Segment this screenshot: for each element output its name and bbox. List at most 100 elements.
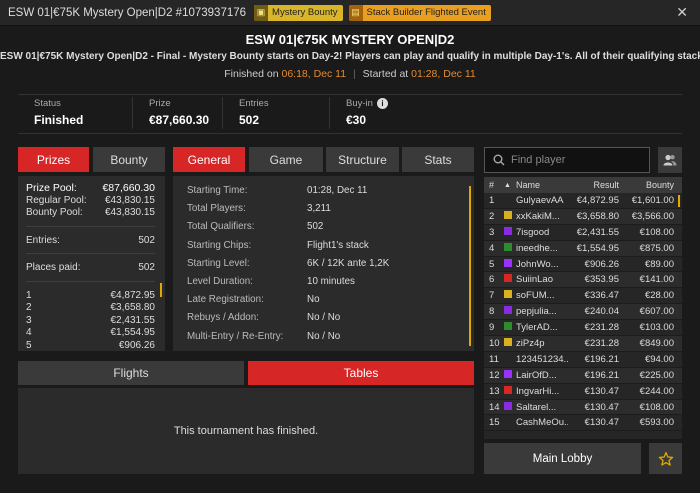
player-name: ziPz4p — [516, 337, 545, 349]
payout-row: 3 €2,431.55 — [26, 314, 155, 326]
prize-pool-row: Prize Pool: €87,660.30 — [26, 182, 155, 194]
tab-tables[interactable]: Tables — [248, 361, 474, 385]
player-rank: 1 — [489, 194, 495, 206]
general-row: Starting Level: 6K / 12K ante 1,2K — [187, 257, 390, 269]
player-name: TylerAD... — [516, 322, 558, 334]
tournament-header: ESW 01|€75K MYSTERY OPEN|D2 ESW 01|€75K … — [0, 27, 700, 80]
prizes-scrollbar[interactable] — [160, 283, 162, 297]
mystery-bounty-badge: ▣ Mystery Bounty — [254, 4, 343, 21]
player-row[interactable]: 15 CashMeOu... €130.47 €593.00 — [484, 415, 682, 432]
tab-game[interactable]: Game — [249, 147, 323, 172]
player-result: €1,554.95 — [576, 242, 619, 254]
player-bounty: €244.00 — [639, 385, 674, 397]
tab-general[interactable]: General — [173, 147, 245, 172]
divider — [26, 225, 155, 227]
player-bounty: €1,601.00 — [631, 194, 674, 206]
tab-bounty[interactable]: Bounty — [93, 147, 165, 172]
player-row[interactable]: 3 7isgood €2,431.55 €108.00 — [484, 225, 682, 241]
player-rank: 6 — [489, 274, 495, 286]
tab-flights[interactable]: Flights — [18, 361, 244, 385]
player-rank: 9 — [489, 322, 495, 334]
users-icon — [663, 154, 677, 166]
player-row[interactable]: 2 xxKakiM... €3,658.80 €3,566.00 — [484, 208, 682, 225]
player-name: CashMeOu... — [516, 417, 568, 429]
player-row[interactable]: 10 ziPz4p €231.28 €849.00 — [484, 336, 682, 352]
player-bounty: €108.00 — [639, 401, 674, 413]
flag-icon — [504, 290, 516, 301]
player-row[interactable]: 9 TylerAD... €231.28 €103.00 — [484, 320, 682, 337]
flag-icon — [504, 369, 516, 381]
player-result: €353.95 — [584, 274, 619, 286]
flag-icon — [504, 322, 516, 333]
search-input[interactable] — [511, 154, 631, 166]
player-row[interactable]: 12 LairOfD... €196.21 €225.00 — [484, 367, 682, 384]
player-rank: 14 — [489, 401, 500, 413]
player-row[interactable]: 6 SuiinLao €353.95 €141.00 — [484, 272, 682, 289]
entries-row: Entries: 502 — [26, 234, 155, 246]
player-row[interactable]: 5 JohnWo... €906.26 €89.00 — [484, 257, 682, 273]
player-bounty: €849.00 — [639, 337, 674, 349]
player-rank: 10 — [489, 337, 500, 349]
player-row[interactable]: 11 123451234... €196.21 €94.00 — [484, 352, 682, 368]
general-row: Starting Chips: Flight1's stack — [187, 239, 369, 251]
player-bounty: €225.00 — [639, 369, 674, 381]
player-row[interactable]: 14 Saltarel... €130.47 €108.00 — [484, 399, 682, 416]
stack-builder-badge: ▤ Stack Builder Flighted Event — [348, 4, 491, 21]
sort-icon[interactable]: ▲ — [504, 182, 516, 189]
regular-pool-row: Regular Pool: €43,830.15 — [26, 194, 155, 206]
general-row: Late Registration: No — [187, 294, 320, 306]
general-scrollbar[interactable] — [469, 186, 471, 346]
payout-row: 4 €1,554.95 — [26, 327, 155, 338]
flag-icon — [504, 226, 516, 238]
stats-bar: Status Finished Prize €87,660.30 Entries… — [18, 94, 682, 134]
player-row[interactable]: 7 soFUM... €336.47 €28.00 — [484, 288, 682, 305]
bounty-pool-row: Bounty Pool: €43,830.15 — [26, 207, 155, 218]
player-row[interactable]: 1 GulyaevAA €4,872.95 €1,601.00 — [484, 193, 682, 209]
flag-icon — [504, 385, 516, 397]
close-icon[interactable]: ✕ — [676, 4, 688, 21]
flag-icon — [504, 401, 516, 413]
players-table: # ▲ Name Result Bounty 1 GulyaevAA €4,872.… — [484, 177, 682, 439]
player-row[interactable]: 13 IngvarHi... €130.47 €244.00 — [484, 384, 682, 400]
places-paid-row: Places paid: 502 — [26, 262, 155, 273]
search-box[interactable] — [484, 147, 650, 173]
started-time: 01:28, Dec 11 — [411, 68, 476, 80]
users-button[interactable] — [658, 147, 682, 173]
player-bounty: €89.00 — [644, 258, 674, 270]
finished-message: This tournament has finished. — [18, 388, 474, 474]
player-result: €130.47 — [584, 401, 619, 413]
player-row[interactable]: 4 ineedhe... €1,554.95 €875.00 — [484, 240, 682, 257]
player-name: soFUM... — [516, 290, 555, 302]
players-table-header: # ▲ Name Result Bounty — [484, 177, 682, 193]
player-result: €130.47 — [584, 417, 619, 429]
player-result: €130.47 — [584, 385, 619, 397]
flag-icon — [504, 210, 516, 222]
general-row: Total Qualifiers: 502 — [187, 221, 324, 233]
general-row: Level Duration: 10 minutes — [187, 275, 355, 287]
tab-prizes[interactable]: Prizes — [18, 147, 89, 172]
favorite-button[interactable] — [649, 443, 682, 474]
general-row: Multi-Entry / Re-Entry: No / No — [187, 330, 341, 342]
player-bounty: €875.00 — [639, 242, 674, 254]
general-row: Starting Time: 01:28, Dec 11 — [187, 185, 368, 196]
general-panel: Starting Time: 01:28, Dec 11 Total Player… — [173, 176, 474, 351]
player-result: €2,431.55 — [576, 226, 619, 238]
player-rank: 11 — [489, 353, 499, 365]
main-lobby-button[interactable]: Main Lobby — [484, 443, 641, 474]
player-result: €196.21 — [584, 353, 619, 365]
player-row[interactable]: 8 pepjulia... €240.04 €607.00 — [484, 304, 682, 321]
player-name: JohnWo... — [516, 258, 559, 270]
player-result: €196.21 — [584, 369, 619, 381]
players-scrollbar[interactable] — [678, 195, 680, 207]
star-icon — [658, 451, 673, 466]
divider — [26, 253, 155, 254]
prizes-panel: Prize Pool: €87,660.30 Regular Pool: €43,8… — [18, 176, 165, 351]
players-list: 1 GulyaevAA €4,872.95 €1,601.00 2 xxKakiM... €… — [484, 193, 682, 432]
player-rank: 8 — [489, 306, 495, 318]
tab-stats[interactable]: Stats — [402, 147, 474, 172]
player-name: ineedhe... — [516, 242, 558, 254]
player-result: €906.26 — [584, 258, 619, 270]
info-icon[interactable]: i — [376, 98, 388, 109]
tab-structure[interactable]: Structure — [326, 147, 399, 172]
player-bounty: €3,566.00 — [631, 210, 674, 222]
